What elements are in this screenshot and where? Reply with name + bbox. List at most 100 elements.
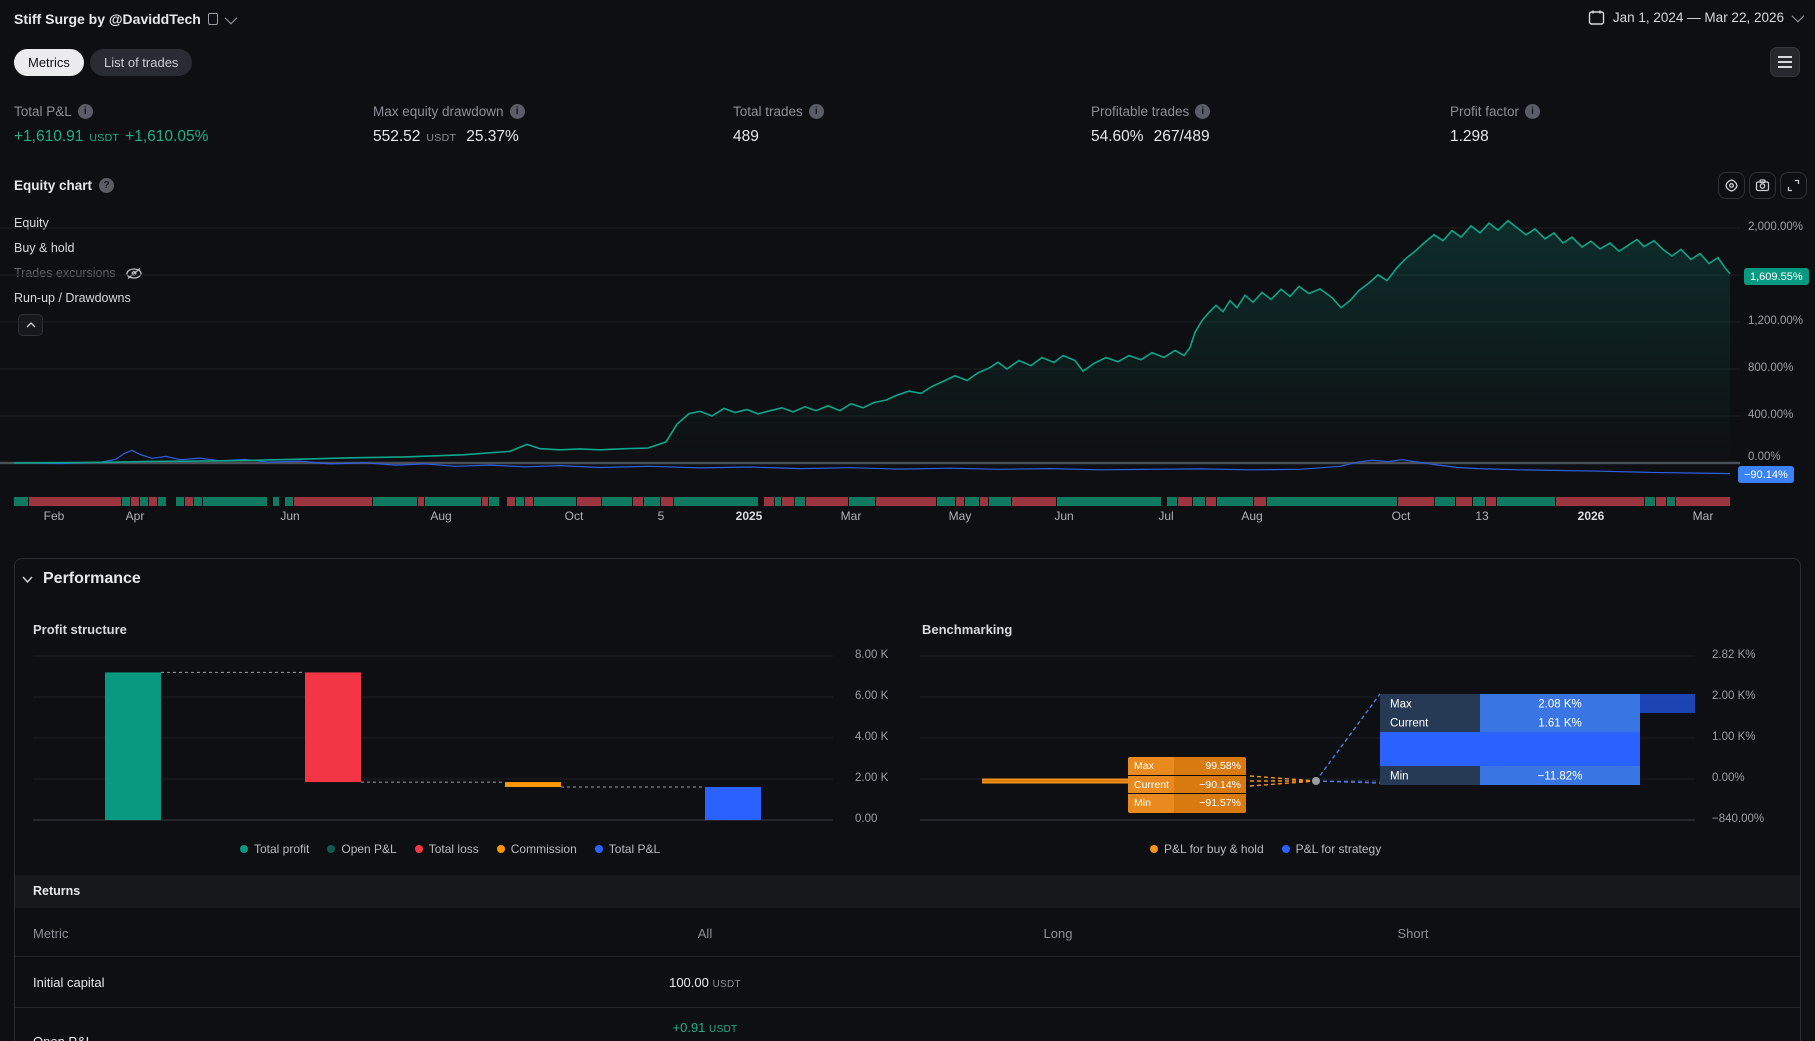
profit-structure-title: Profit structure (33, 622, 127, 637)
tab-list-of-trades[interactable]: List of trades (90, 49, 192, 76)
performance-header[interactable]: Performance (22, 570, 141, 588)
profit-structure-legend: Total profit Open P&L Total loss Commiss… (240, 842, 660, 856)
x-axis-label: Oct (1371, 509, 1431, 523)
metric-label: Total trades (733, 104, 803, 119)
legend-open-pnl[interactable]: Open P&L (327, 842, 396, 856)
chevron-down-icon (22, 576, 33, 583)
legend-pnl-buy-hold[interactable]: P&L for buy & hold (1150, 842, 1264, 856)
strategy-title-group[interactable]: Stiff Surge by @DaviddTech (14, 11, 234, 27)
x-axis-label: Apr (105, 509, 165, 523)
x-axis-label: Aug (411, 509, 471, 523)
info-icon[interactable]: i (78, 104, 93, 119)
info-icon[interactable]: i (1525, 104, 1540, 119)
metric-profit-factor: Profit factor i 1.298 (1450, 104, 1540, 146)
metric-label: Profitable trades (1091, 104, 1189, 119)
metric-extra: 25.37% (466, 128, 519, 146)
info-icon[interactable]: i (1195, 104, 1210, 119)
svg-text:Min: Min (1390, 771, 1409, 783)
buyhold-current-badge: −90.14% (1738, 466, 1794, 483)
buyhold-range-tooltip: Max99.58% Current−90.14% Min−91.57% (1128, 757, 1246, 813)
y-axis-label: 2.82 K% (1712, 649, 1755, 661)
expand-icon (1786, 178, 1801, 193)
legend-total-profit[interactable]: Total profit (240, 842, 309, 856)
legend-pnl-strategy[interactable]: P&L for strategy (1282, 842, 1382, 856)
legend-total-pnl[interactable]: Total P&L (595, 842, 660, 856)
benchmarking-y-axis: 2.82 K% 2.00 K% 1.00 K% 0.00% −840.00% (1712, 645, 1802, 830)
svg-text:Max: Max (1390, 699, 1412, 711)
metric-label: Profit factor (1450, 104, 1519, 119)
y-axis-label: 1,200.00% (1748, 315, 1803, 327)
metric-value: +1,610.91 (14, 128, 83, 146)
benchmarking-chart: Max 2.08 K% Current 1.61 K% Min −11.82% (920, 645, 1700, 830)
metric-extra: +1,610.05% (125, 128, 208, 146)
trade-markers-strip[interactable] (14, 497, 1730, 506)
gear-icon (1724, 178, 1739, 193)
layout-menu-button[interactable] (1770, 47, 1800, 77)
equity-chart-title: Equity chart ? (14, 178, 114, 193)
x-axis-label: 2025 (719, 509, 779, 523)
strategy-tester-panel: Stiff Surge by @DaviddTech Jan 1, 2024 —… (0, 0, 1815, 1041)
metric-total-pnl: Total P&Li +1,610.91USDT+1,610.05% (14, 104, 208, 146)
metric-max-drawdown: Max equity drawdowni 552.52USDT25.37% (373, 104, 525, 146)
info-icon[interactable]: i (809, 104, 824, 119)
y-axis-label: 1.00 K% (1712, 731, 1755, 743)
chart-snapshot-button[interactable] (1749, 172, 1776, 199)
svg-text:1.61 K%: 1.61 K% (1538, 718, 1581, 730)
profit-structure-chart (33, 645, 843, 830)
x-axis-label: Aug (1222, 509, 1282, 523)
equity-chart-plot[interactable] (0, 195, 1740, 495)
y-axis-label: 4.00 K (855, 731, 888, 743)
metric-value: 1.298 (1450, 128, 1489, 146)
svg-text:2.08 K%: 2.08 K% (1538, 699, 1581, 711)
equity-x-axis: FebAprJunAugOct52025MarMayJunJulAugOct13… (0, 509, 1740, 525)
y-axis-label: 0.00 (855, 813, 877, 825)
y-axis-label: 2.00 K (855, 772, 888, 784)
returns-table-header: Metric All Long Short (15, 908, 1800, 957)
x-axis-label: 2026 (1561, 509, 1621, 523)
col-short: Short (1313, 926, 1513, 941)
y-axis-label: 800.00% (1748, 362, 1793, 374)
chart-fullscreen-button[interactable] (1780, 172, 1807, 199)
metric-total-trades: Total trades i 489 (733, 104, 824, 146)
x-axis-label: Jul (1136, 509, 1196, 523)
date-range-label: Jan 1, 2024 — Mar 22, 2026 (1613, 10, 1784, 25)
y-axis-label: 400.00% (1748, 409, 1793, 421)
y-axis-label: −840.00% (1712, 813, 1764, 825)
calendar-icon (1588, 9, 1605, 26)
x-axis-label: Feb (24, 509, 84, 523)
y-axis-label: 0.00% (1748, 451, 1781, 463)
lock-icon (208, 13, 218, 25)
y-axis-label: 2.00 K% (1712, 690, 1755, 702)
legend-total-loss[interactable]: Total loss (415, 842, 479, 856)
x-axis-label: Mar (1673, 509, 1733, 523)
x-axis-label: Mar (821, 509, 881, 523)
chevron-down-icon (1792, 10, 1805, 23)
metric-label: Max equity drawdown (373, 104, 504, 119)
returns-section-header: Returns (15, 875, 1800, 908)
x-axis-label: Jun (1034, 509, 1094, 523)
help-icon[interactable]: ? (99, 178, 114, 193)
y-axis-label: 0.00% (1712, 772, 1745, 784)
tab-metrics[interactable]: Metrics (14, 49, 84, 76)
metric-value: 54.60% (1091, 128, 1144, 146)
chevron-down-icon (224, 11, 237, 24)
table-row-open-pnl: Open P&L +0.91 USDT (15, 1008, 1800, 1041)
equity-current-badge: 1,609.55% (1744, 268, 1809, 285)
info-icon[interactable]: i (510, 104, 525, 119)
x-axis-label: 5 (631, 509, 691, 523)
metric-extra: 267/489 (1154, 128, 1210, 146)
date-range-picker[interactable]: Jan 1, 2024 — Mar 22, 2026 (1588, 9, 1801, 26)
x-axis-label: Jun (260, 509, 320, 523)
camera-icon (1755, 178, 1770, 193)
x-axis-label: May (930, 509, 990, 523)
legend-commission[interactable]: Commission (497, 842, 577, 856)
profit-structure-y-axis: 8.00 K6.00 K4.00 K2.00 K0.00 (855, 645, 915, 830)
col-all: All (575, 926, 835, 941)
table-row-initial-capital: Initial capital 100.00 USDT (15, 957, 1800, 1008)
benchmarking-title: Benchmarking (922, 622, 1012, 637)
metric-value: 489 (733, 128, 759, 146)
svg-text:Current: Current (1390, 718, 1429, 730)
x-axis-label: Oct (544, 509, 604, 523)
col-metric: Metric (33, 926, 68, 941)
svg-text:−11.82%: −11.82% (1538, 771, 1583, 783)
